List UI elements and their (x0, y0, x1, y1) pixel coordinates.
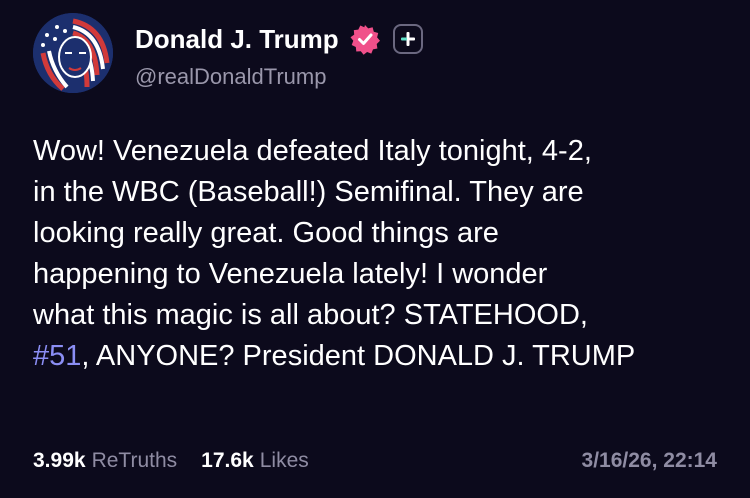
avatar-image (33, 13, 113, 93)
retruths-count: 3.99k (33, 449, 86, 472)
post-text: Wow! Venezuela defeated Italy tonight, 4… (33, 131, 733, 377)
post-text-line: what this magic is all about? STATEHOOD, (33, 295, 733, 336)
post-text-segment: what this magic is all about? STATEHOOD, (33, 299, 588, 331)
hashtag-link[interactable]: #51 (33, 340, 81, 372)
likes-stat[interactable]: 17.6k Likes (201, 449, 309, 473)
post-text-segment: happening to Venezuela lately! I wonder (33, 258, 548, 290)
post-text-segment: looking really great. Good things are (33, 217, 499, 249)
post-timestamp[interactable]: 3/16/26, 22:14 (582, 448, 717, 474)
display-name[interactable]: Donald J. Trump (135, 24, 339, 55)
verified-badge-icon (350, 25, 380, 55)
plus-icon (400, 32, 415, 46)
post-text-line: #51, ANYONE? President DONALD J. TRUMP (33, 336, 733, 377)
author-row: Donald J. Trump (135, 22, 423, 56)
likes-count: 17.6k (201, 449, 254, 472)
user-handle[interactable]: @realDonaldTrump (135, 64, 326, 90)
post-text-segment: Wow! Venezuela defeated Italy tonight, 4… (33, 135, 592, 167)
post-text-line: looking really great. Good things are (33, 213, 733, 254)
truth-plus-button[interactable] (392, 24, 423, 54)
post-stats: 3.99k ReTruths 17.6k Likes (33, 448, 309, 474)
post-text-segment: , ANYONE? President DONALD J. TRUMP (81, 340, 636, 372)
retruths-label: ReTruths (91, 449, 178, 472)
post-text-segment: in the WBC (Baseball!) Semifinal. They a… (33, 176, 584, 208)
retruths-stat[interactable]: 3.99k ReTruths (33, 449, 177, 473)
likes-label: Likes (259, 449, 309, 472)
post-text-line: Wow! Venezuela defeated Italy tonight, 4… (33, 131, 733, 172)
post-text-line: in the WBC (Baseball!) Semifinal. They a… (33, 172, 733, 213)
avatar[interactable] (33, 13, 113, 93)
post-text-line: happening to Venezuela lately! I wonder (33, 254, 733, 295)
